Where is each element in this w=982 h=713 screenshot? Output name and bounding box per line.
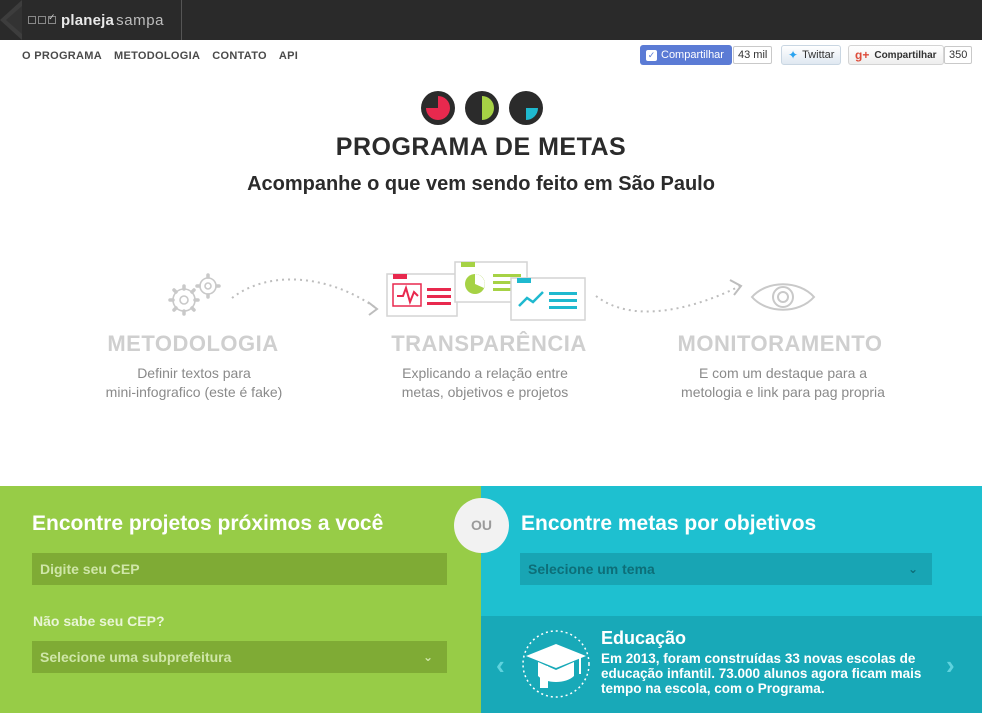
feature-desc-line: Explicando a relação entre [402, 365, 568, 381]
twitter-bird-icon: ✦ [788, 48, 799, 62]
nearby-projects-title: Encontre projetos próximos a você [32, 512, 384, 535]
chevron-down-icon: ⌄ [422, 650, 433, 664]
dotted-arrow-icon [595, 279, 743, 313]
logo-square-icon [38, 16, 46, 24]
chevron-down-icon: ⌄ [907, 562, 918, 576]
facebook-like-icon: ✓ [646, 49, 657, 61]
page-title: PROGRAMA DE METAS [335, 133, 627, 161]
logo-text-bold: planeja [61, 11, 115, 29]
graduation-cap-icon [522, 630, 590, 698]
feature-desc-line: E com um destaque para a [698, 365, 868, 381]
logo-check-icon [48, 12, 56, 24]
feature-desc-line: mini-infografico (este é fake) [105, 384, 283, 400]
site-logo[interactable]: planejasampa [28, 11, 164, 29]
main-nav: O PROGRAMA METODOLOGIA CONTATO API [22, 50, 298, 62]
nav-metodologia[interactable]: METODOLOGIA [114, 50, 200, 62]
or-divider: OU [454, 498, 509, 553]
facebook-share-label: Compartilhar [661, 49, 724, 61]
program-logo-icon [421, 91, 543, 125]
feature-desc-line: metas, objetivos e projetos [401, 384, 569, 400]
dotted-arrow-icon [231, 278, 379, 316]
feature-desc-monitoramento: E com um destaque para a metologia e lin… [633, 364, 933, 402]
dashboards-icon [386, 261, 586, 321]
gplus-share-label: Compartilhar [874, 49, 937, 61]
theme-select-label: Selecione um tema [528, 561, 655, 577]
twitter-share-button[interactable]: ✦ Twittar [781, 45, 842, 65]
theme-select[interactable]: Selecione um tema ⌄ [520, 553, 932, 585]
carousel-prev-button[interactable]: ‹ [496, 650, 505, 681]
logo-text-light: sampa [116, 11, 165, 29]
gplus-share-count: 350 [944, 46, 973, 64]
cep-input[interactable]: Digite seu CEP [32, 553, 447, 585]
carousel-next-button[interactable]: › [946, 650, 955, 681]
feature-title-metodologia: METODOLOGIA [107, 331, 279, 356]
cep-hint: Não sabe seu CEP? [33, 613, 165, 629]
highlight-description: Em 2013, foram construídas 33 novas esco… [601, 651, 922, 696]
feature-desc-transparencia: Explicando a relação entre metas, objeti… [335, 364, 635, 402]
goals-by-objective-title: Encontre metas por objetivos [521, 512, 817, 535]
facebook-share-button[interactable]: ✓ Compartilhar [640, 45, 732, 65]
nav-contato[interactable]: CONTATO [212, 50, 267, 62]
nav-api[interactable]: API [279, 50, 298, 62]
facebook-share-count: 43 mil [733, 46, 773, 64]
feature-title-monitoramento: MONITORAMENTO [677, 331, 883, 356]
divider [181, 0, 182, 40]
gplus-icon: g+ [855, 48, 870, 62]
feature-desc-line: metologia e link para pag propria [681, 384, 885, 400]
page-subtitle: Acompanhe o que vem sendo feito em São P… [247, 173, 715, 195]
nav-o-programa[interactable]: O PROGRAMA [22, 50, 102, 62]
back-arrow-icon[interactable] [0, 0, 22, 40]
twitter-share-label: Twittar [802, 49, 835, 61]
subprefeitura-select-label: Selecione uma subprefeitura [40, 649, 232, 665]
gplus-share-button[interactable]: g+ Compartilhar [848, 45, 944, 65]
goals-by-objective-panel [481, 486, 982, 616]
feature-desc-line: Definir textos para [137, 365, 251, 381]
eye-icon [750, 283, 816, 311]
gears-icon [168, 273, 221, 316]
feature-title-transparencia: TRANSPARÊNCIA [391, 331, 587, 356]
highlight-title: Educação [601, 628, 687, 648]
logo-square-icon [28, 16, 36, 24]
feature-desc-metodologia: Definir textos para mini-infografico (es… [44, 364, 344, 402]
top-bar: planejasampa [0, 0, 982, 40]
subprefeitura-select[interactable]: Selecione uma subprefeitura ⌄ [32, 641, 447, 673]
